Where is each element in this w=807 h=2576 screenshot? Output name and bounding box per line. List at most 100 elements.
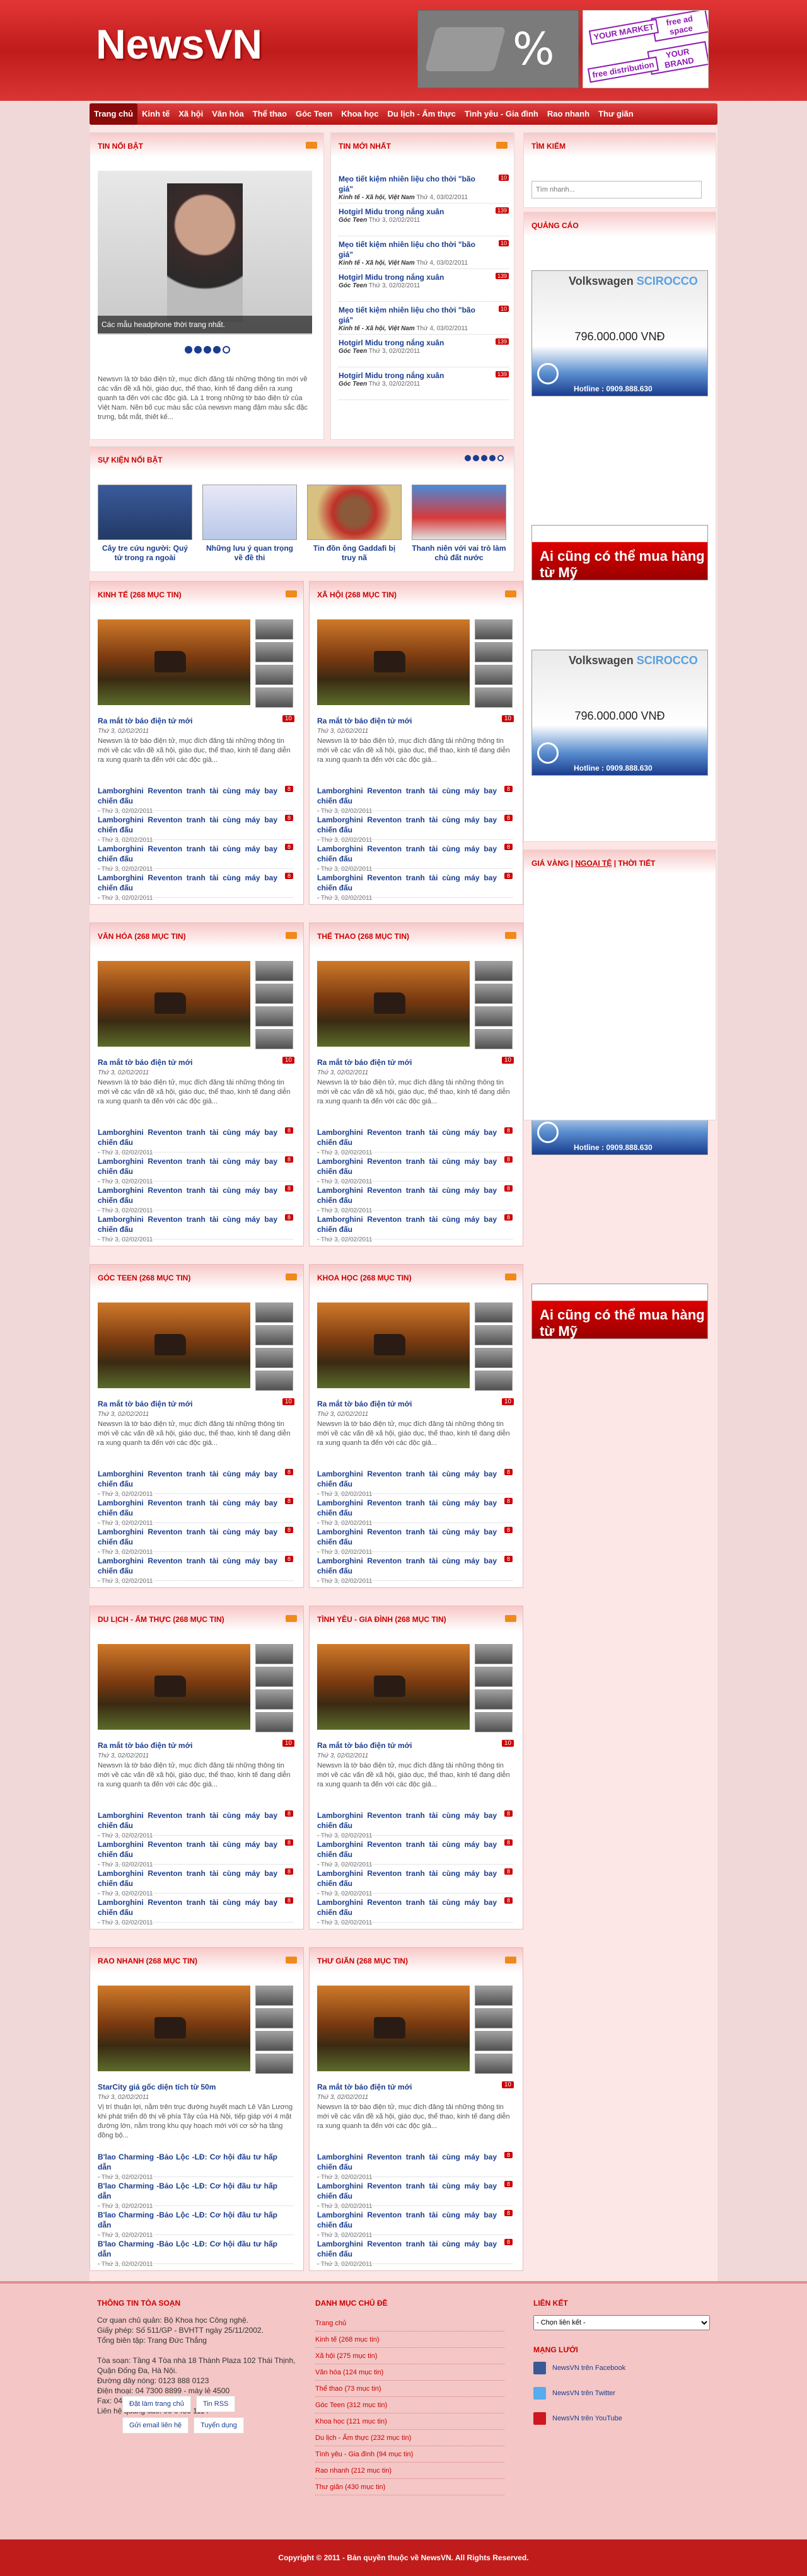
list-item[interactable]: Lamborghini Reventon tranh tài cùng máy … [98, 840, 293, 873]
lead-title[interactable]: StarCity giá gốc diện tích từ 50m [98, 2083, 216, 2091]
section-image[interactable] [317, 1644, 470, 1730]
item-title[interactable]: Lamborghini Reventon tranh tài cùng máy … [98, 1156, 277, 1176]
item-title[interactable]: Lamborghini Reventon tranh tài cùng máy … [98, 1527, 277, 1547]
lead-title[interactable]: Ra mắt tờ báo điện tử mới [317, 1741, 412, 1750]
item-title[interactable]: Lamborghini Reventon tranh tài cùng máy … [317, 844, 497, 864]
category-link[interactable]: Du lịch - Ẩm thực (232 mục tin) [315, 2430, 504, 2446]
list-item[interactable]: Lamborghini Reventon tranh tài cùng máy … [98, 1865, 293, 1897]
item-title[interactable]: Lamborghini Reventon tranh tài cùng máy … [98, 1214, 277, 1234]
item-title[interactable]: Lamborghini Reventon tranh tài cùng máy … [317, 2210, 497, 2230]
list-item[interactable]: Lamborghini Reventon tranh tài cùng máy … [98, 1182, 293, 1214]
item-title[interactable]: Lamborghini Reventon tranh tài cùng máy … [317, 2152, 497, 2172]
item-title[interactable]: Lamborghini Reventon tranh tài cùng máy … [98, 815, 277, 835]
latest-category[interactable]: Kinh tế - Xã hội, Việt Nam [339, 325, 415, 332]
thumbnail[interactable] [255, 2031, 293, 2051]
event-item[interactable]: Những lưu ý quan trọng về đề thi [202, 485, 297, 563]
category-link[interactable]: Xã hội (275 mục tin) [315, 2348, 504, 2364]
thumbnail[interactable] [475, 687, 513, 708]
recruitment-button[interactable]: Tuyển dụng [194, 2417, 244, 2434]
lead-title[interactable]: Ra mắt tờ báo điện tử mới [98, 1400, 192, 1408]
nav-item[interactable]: Tình yêu - Gia đình [460, 103, 543, 125]
rss-icon[interactable] [286, 590, 297, 597]
section-image[interactable] [98, 961, 250, 1047]
facebook-link[interactable]: NewsVN trên Facebook [533, 2362, 710, 2375]
section-title[interactable]: VĂN HÓA (268 mục tin) [98, 932, 186, 941]
list-item[interactable]: Lamborghini Reventon tranh tài cùng máy … [317, 1465, 513, 1498]
volkswagen-ad[interactable]: Volkswagen SCIROCCO 796.000.000 VNĐ Hotlin… [531, 650, 708, 776]
item-title[interactable]: Lamborghini Reventon tranh tài cùng máy … [317, 1810, 497, 1831]
thumbnail[interactable] [255, 2054, 293, 2074]
rss-icon[interactable] [306, 142, 317, 149]
item-title[interactable]: Lamborghini Reventon tranh tài cùng máy … [317, 815, 497, 835]
thumbnail[interactable] [475, 2008, 513, 2028]
latest-category[interactable]: Góc Teen [339, 217, 367, 224]
latest-category[interactable]: Kinh tế - Xã hội, Việt Nam [339, 194, 415, 201]
thumbnail[interactable] [255, 1986, 293, 2006]
thumbnail[interactable] [475, 1644, 513, 1664]
thumbnail[interactable] [255, 1371, 293, 1391]
latest-title[interactable]: Mẹo tiết kiệm nhiên liệu cho thời "bão g… [339, 174, 487, 194]
thumbnail[interactable] [475, 1712, 513, 1732]
category-link[interactable]: Văn hóa (124 mục tin) [315, 2364, 504, 2381]
nav-item[interactable]: Rao nhanh [543, 103, 594, 125]
thumbnail[interactable] [475, 1689, 513, 1710]
latest-title[interactable]: Hotgirl Midu trong nắng xuân [339, 371, 487, 381]
lead-title[interactable]: Ra mắt tờ báo điện tử mới [98, 1058, 192, 1067]
item-title[interactable]: Lamborghini Reventon tranh tài cùng máy … [317, 1214, 497, 1234]
thumbnail[interactable] [255, 1029, 293, 1049]
lead-title[interactable]: Ra mắt tờ báo điện tử mới [98, 1741, 192, 1750]
latest-item[interactable]: Hotgirl Midu trong nắng xuân Góc Teen Thứ… [339, 204, 509, 236]
rss-icon[interactable] [496, 142, 508, 149]
item-title[interactable]: Lamborghini Reventon tranh tài cùng máy … [317, 1156, 497, 1176]
link-select[interactable]: - Chọn liên kết - [533, 2315, 710, 2330]
thumbnail[interactable] [255, 1325, 293, 1345]
nav-item[interactable]: Du lịch - Ẩm thực [383, 103, 460, 125]
category-link[interactable]: Góc Teen (312 mục tin) [315, 2397, 504, 2413]
list-item[interactable]: Lamborghini Reventon tranh tài cùng máy … [98, 1894, 293, 1926]
category-link[interactable]: Thể thao (73 mục tin) [315, 2381, 504, 2397]
list-item[interactable]: B'lao Charming -Bảo Lộc -LĐ: Cơ hội đầu … [98, 2177, 293, 2210]
search-input[interactable] [531, 181, 702, 198]
category-link[interactable]: Thư giãn (430 mục tin) [315, 2479, 504, 2495]
rss-button[interactable]: Tin RSS [195, 2396, 236, 2412]
section-title[interactable]: DU LỊCH - ẨM THỰC (268 mục tin) [98, 1615, 224, 1624]
list-item[interactable]: Lamborghini Reventon tranh tài cùng máy … [317, 1552, 513, 1585]
section-image[interactable] [317, 961, 470, 1047]
nav-item[interactable]: Kinh tế [137, 103, 174, 125]
item-title[interactable]: Lamborghini Reventon tranh tài cùng máy … [317, 786, 497, 806]
item-title[interactable]: Lamborghini Reventon tranh tài cùng máy … [317, 1868, 497, 1889]
category-link[interactable]: Trang chủ [315, 2315, 504, 2332]
thumbnail[interactable] [475, 1667, 513, 1687]
tab-currency[interactable]: NGOẠI TỆ [575, 859, 612, 868]
event-image[interactable] [202, 485, 297, 540]
category-link[interactable]: Kinh tế (268 mục tin) [315, 2332, 504, 2348]
section-image[interactable] [98, 1986, 250, 2071]
slider-dots[interactable] [185, 346, 232, 355]
latest-item[interactable]: Mẹo tiết kiệm nhiên liệu cho thời "bão g… [339, 236, 509, 269]
list-item[interactable]: Lamborghini Reventon tranh tài cùng máy … [317, 1124, 513, 1156]
section-title[interactable]: RAO NHANH (268 mục tin) [98, 1957, 197, 1965]
category-link[interactable]: Tình yêu - Gia đình (94 mục tin) [315, 2446, 504, 2463]
latest-category[interactable]: Góc Teen [339, 348, 367, 355]
thumbnail[interactable] [255, 1667, 293, 1687]
item-title[interactable]: Lamborghini Reventon tranh tài cùng máy … [98, 1839, 277, 1860]
header-banner-ad[interactable]: free ad space YOUR MARKET YOUR BRAND fre… [583, 10, 709, 88]
item-title[interactable]: Lamborghini Reventon tranh tài cùng máy … [98, 1556, 277, 1576]
item-title[interactable]: Lamborghini Reventon tranh tài cùng máy … [317, 1469, 497, 1489]
item-title[interactable]: Lamborghini Reventon tranh tài cùng máy … [98, 844, 277, 864]
list-item[interactable]: Lamborghini Reventon tranh tài cùng máy … [317, 1836, 513, 1868]
event-item[interactable]: Cây tre cứu người: Quý tử trong ra ngoài [98, 485, 192, 563]
section-image[interactable] [98, 1302, 250, 1388]
rss-icon[interactable] [286, 1957, 297, 1964]
thumbnail[interactable] [475, 961, 513, 981]
section-image[interactable] [317, 619, 470, 705]
lead-title[interactable]: Ra mắt tờ báo điện tử mới [317, 1400, 412, 1408]
twitter-link[interactable]: NewsVN trên Twitter [533, 2387, 710, 2400]
event-title[interactable]: Những lưu ý quan trọng về đề thi [202, 544, 297, 563]
event-title[interactable]: Tin đồn ông Gaddafi bị truy nã [307, 544, 402, 563]
item-title[interactable]: Lamborghini Reventon tranh tài cùng máy … [98, 1897, 277, 1918]
nav-item[interactable]: Thể thao [248, 103, 291, 125]
nav-item[interactable]: Góc Teen [291, 103, 337, 125]
latest-title[interactable]: Hotgirl Midu trong nắng xuân [339, 207, 487, 217]
rss-icon[interactable] [505, 932, 516, 939]
